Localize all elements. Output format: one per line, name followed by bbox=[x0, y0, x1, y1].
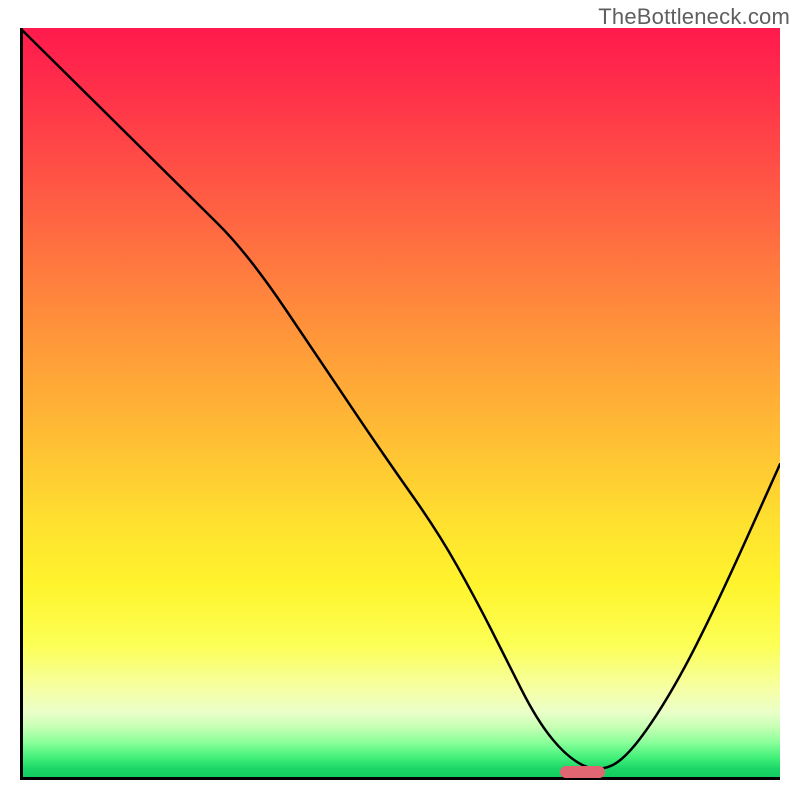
watermark-text: TheBottleneck.com bbox=[598, 4, 790, 30]
plot-area bbox=[20, 28, 780, 780]
optimum-marker bbox=[560, 766, 606, 778]
bottleneck-curve bbox=[20, 28, 780, 780]
chart-container: TheBottleneck.com bbox=[0, 0, 800, 800]
